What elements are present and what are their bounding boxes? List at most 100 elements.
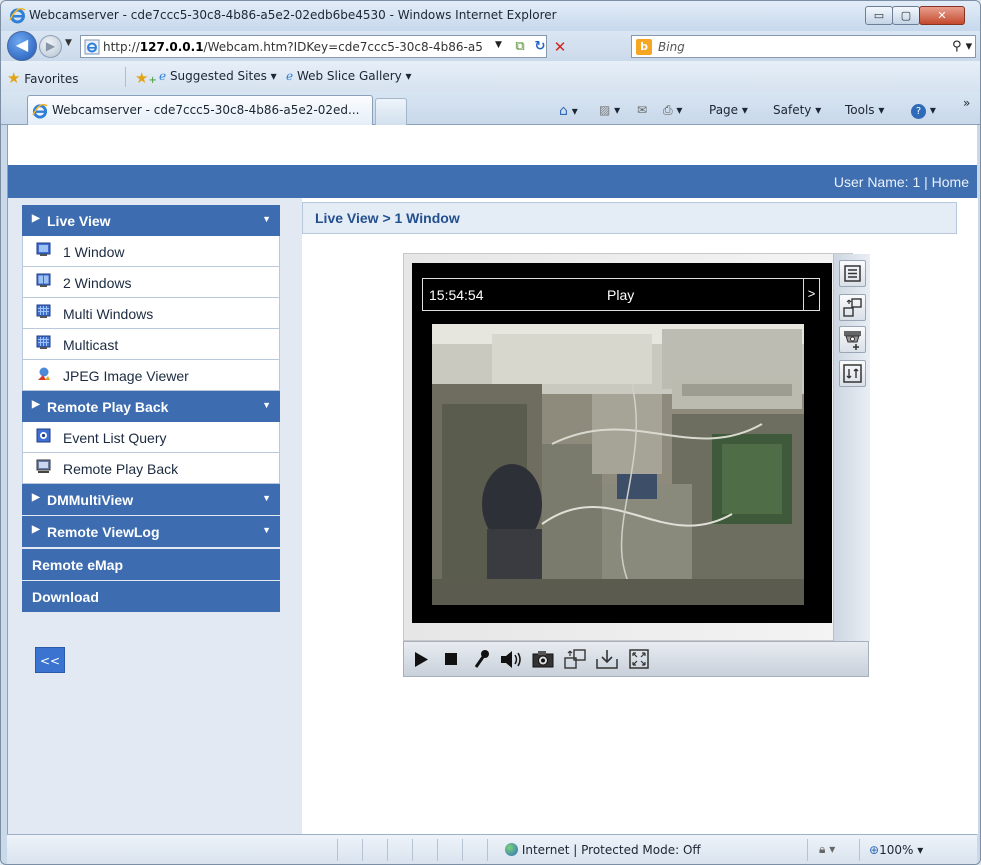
- tab-title: Webcamserver - cde7ccc5-30c8-4b86-a5e2-0…: [52, 103, 360, 117]
- collapse-sidebar-button[interactable]: <<: [35, 647, 65, 673]
- ptz-camera-icon[interactable]: [839, 326, 866, 353]
- suggested-sites-link[interactable]: ℯ Suggested Sites ▾: [159, 69, 277, 83]
- menu-item-jpeg-image-viewer[interactable]: JPEG Image Viewer: [22, 360, 280, 391]
- ie-logo-icon: [9, 7, 26, 24]
- fullscreen-icon[interactable]: [624, 645, 654, 674]
- menu-item-1-window[interactable]: 1 Window: [22, 236, 280, 267]
- split-monitor-icon: [36, 273, 51, 287]
- menu-remote-viewlog[interactable]: ▶ Remote ViewLog ▼: [22, 516, 280, 547]
- back-button[interactable]: ◀: [7, 31, 37, 61]
- divider: [437, 839, 438, 861]
- divider: [125, 67, 126, 87]
- arrow-right-icon: ▶: [32, 399, 40, 410]
- maximize-button[interactable]: ▢: [892, 6, 920, 25]
- menu-item-event-list-query[interactable]: Event List Query: [22, 422, 280, 453]
- forward-button[interactable]: ▶: [39, 35, 62, 58]
- microphone-icon[interactable]: [466, 645, 496, 674]
- video-frame: 15:54:54 Play >: [412, 263, 832, 623]
- video-status: Play: [607, 287, 635, 303]
- favorites-star-icon: ★: [7, 69, 21, 87]
- menu-item-multi-windows[interactable]: Multi Windows: [22, 298, 280, 329]
- close-button[interactable]: ✕: [919, 6, 965, 25]
- menu-download[interactable]: Download: [22, 581, 280, 612]
- breadcrumb-text: Live View > 1 Window: [315, 210, 460, 226]
- recent-pages-dropdown-icon[interactable]: ▼: [65, 38, 72, 48]
- security-zone[interactable]: Internet | Protected Mode: Off: [505, 843, 701, 857]
- menu-label: Remote eMap: [32, 557, 124, 573]
- read-mail-icon[interactable]: ✉: [637, 103, 647, 117]
- breadcrumb: Live View > 1 Window: [302, 202, 957, 234]
- menu-label: Remote Play Back: [47, 399, 169, 415]
- tab-webcamserver[interactable]: Webcamserver - cde7ccc5-30c8-4b86-a5e2-0…: [27, 95, 373, 125]
- monitor-icon: [36, 242, 51, 256]
- browser-window: Webcamserver - cde7ccc5-30c8-4b86-a5e2-0…: [0, 0, 981, 865]
- title-bar: Webcamserver - cde7ccc5-30c8-4b86-a5e2-0…: [1, 1, 980, 31]
- chevron-down-icon: ▼: [262, 400, 271, 410]
- menu-item-2-windows[interactable]: 2 Windows: [22, 267, 280, 298]
- main-area: Live View > 1 Window 15:54:54 Play >: [302, 198, 978, 834]
- print-icon[interactable]: ⎙ ▾: [663, 103, 682, 118]
- menu-label: DMMultiView: [47, 492, 134, 508]
- camera-feed-image: [432, 324, 804, 605]
- url-text[interactable]: http://127.0.0.1/Webcam.htm?IDKey=cde7cc…: [103, 40, 483, 54]
- record-save-icon[interactable]: [592, 645, 622, 674]
- home-icon[interactable]: ⌂ ▾: [559, 103, 578, 119]
- user-name-text[interactable]: User Name: 1 | Home: [834, 174, 969, 190]
- play-icon[interactable]: [406, 645, 436, 674]
- menu-live-view[interactable]: ▶ Live View ▼: [22, 205, 280, 236]
- snapshot-camera-icon[interactable]: [528, 645, 558, 674]
- security-lock-icon[interactable]: 🔒︎ ▾: [819, 842, 835, 857]
- favorites-bar: ★ Favorites ★+ ℯ Suggested Sites ▾ ℯ Web…: [1, 61, 980, 92]
- zoom-icon: ⊕: [869, 843, 880, 857]
- refresh-icon[interactable]: ↻: [531, 38, 549, 56]
- ie-page-icon: ℯ: [286, 69, 294, 83]
- safety-menu[interactable]: Safety ▾: [773, 103, 821, 117]
- list-view-icon[interactable]: [839, 260, 866, 287]
- search-box[interactable]: b Bing ⚲ ▾: [631, 35, 976, 58]
- arrow-right-icon: ▶: [32, 524, 40, 535]
- io-control-icon[interactable]: [839, 360, 866, 387]
- multicast-icon: [36, 335, 51, 349]
- switch-window-icon[interactable]: [839, 294, 866, 321]
- switch-window-icon[interactable]: [560, 645, 590, 674]
- side-toolbar: [833, 254, 870, 642]
- page-content: User Name: 1 | Home ▶ Live View ▼ 1 Wind…: [7, 125, 978, 834]
- globe-icon: [505, 843, 518, 856]
- stop-icon[interactable]: ✕: [551, 38, 569, 56]
- divider: [362, 839, 363, 861]
- tools-menu[interactable]: Tools ▾: [845, 103, 884, 117]
- address-bar[interactable]: http://127.0.0.1/Webcam.htm?IDKey=cde7cc…: [80, 35, 566, 58]
- divider: [487, 839, 488, 861]
- add-to-favorites-icon[interactable]: ★+: [135, 69, 157, 87]
- menu-remote-play-back[interactable]: ▶ Remote Play Back ▼: [22, 391, 280, 422]
- stop-icon[interactable]: [436, 645, 466, 674]
- menu-item-multicast[interactable]: Multicast: [22, 329, 280, 360]
- minimize-button[interactable]: ▭: [865, 6, 893, 25]
- address-row: ◀ ▶ ▼ http://127.0.0.1/Webcam.htm?IDKey=…: [1, 31, 980, 61]
- divider: [387, 839, 388, 861]
- menu-remote-emap[interactable]: Remote eMap: [22, 549, 280, 580]
- menu-label: Live View: [47, 213, 111, 229]
- compatibility-view-icon[interactable]: ⧉: [511, 38, 529, 56]
- address-dropdown-icon[interactable]: ▼: [495, 40, 502, 50]
- tab-bar: Webcamserver - cde7ccc5-30c8-4b86-a5e2-0…: [1, 92, 980, 125]
- favorites-button[interactable]: ★ Favorites: [7, 69, 79, 87]
- menu-item-remote-play-back[interactable]: Remote Play Back: [22, 453, 280, 484]
- jpeg-viewer-icon: [38, 367, 50, 380]
- status-bar: Internet | Protected Mode: Off 🔒︎ ▾ ⊕100…: [7, 834, 977, 864]
- playback-monitor-icon: [36, 459, 51, 473]
- osd-next-button[interactable]: >: [803, 279, 819, 310]
- menu-dmmultiview[interactable]: ▶ DMMultiView ▼: [22, 484, 280, 515]
- help-icon[interactable]: ? ▾: [911, 103, 936, 119]
- speaker-icon[interactable]: [496, 645, 526, 674]
- zoom-level[interactable]: ⊕100% ▾: [869, 843, 923, 857]
- search-icon[interactable]: ⚲ ▾: [952, 39, 972, 54]
- chevron-more-icon[interactable]: »: [963, 96, 970, 110]
- new-tab-button[interactable]: [375, 98, 407, 125]
- video-control-bar: [403, 641, 869, 677]
- chevron-down-icon: ▼: [262, 525, 271, 535]
- event-list-icon: [36, 428, 51, 443]
- page-menu[interactable]: Page ▾: [709, 103, 748, 117]
- feeds-icon[interactable]: ▨ ▾: [599, 103, 620, 117]
- web-slice-gallery-link[interactable]: ℯ Web Slice Gallery ▾: [286, 69, 412, 83]
